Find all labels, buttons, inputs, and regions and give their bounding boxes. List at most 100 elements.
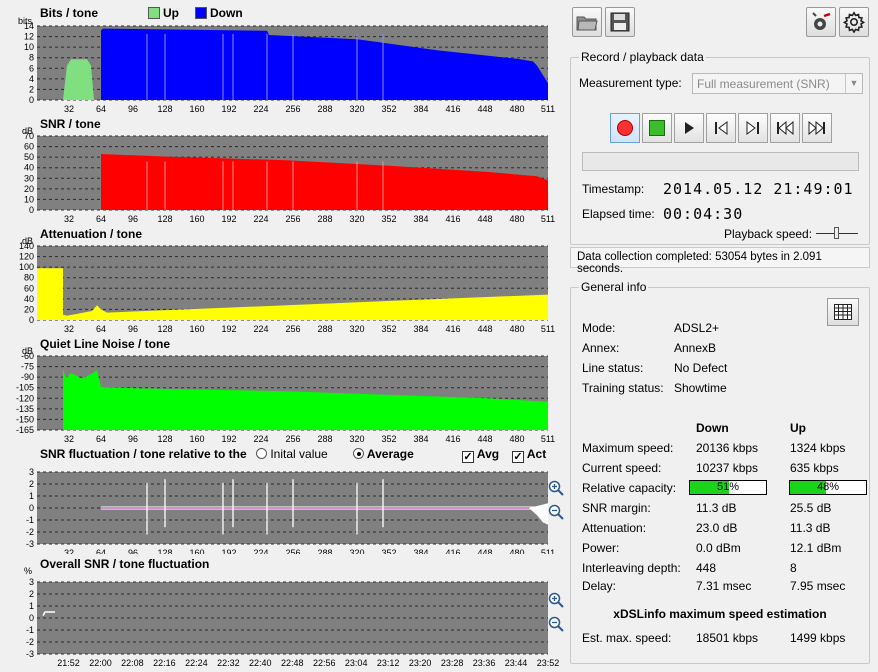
timestamp-value: 2014.05.12 21:49:01 (663, 180, 854, 198)
y-tick-label: -3 (26, 539, 34, 549)
mode-value: ADSL2+ (674, 321, 720, 335)
save-button[interactable] (605, 7, 635, 37)
step-forward-button[interactable] (738, 113, 768, 143)
x-tick-label: 22:40 (249, 658, 272, 668)
zoom-out-icon[interactable] (548, 504, 564, 523)
mode-label: Mode: (582, 321, 616, 335)
x-tick-label: 22:32 (217, 658, 240, 668)
y-tick-label: 2 (29, 589, 34, 599)
gear-icon (843, 11, 865, 33)
x-tick-label: 256 (285, 214, 300, 224)
y-tick-label: 40 (24, 294, 34, 304)
x-tick-label: 224 (253, 434, 268, 444)
playback-speed-label: Playback speed: (724, 227, 813, 241)
y-tick-label: 60 (24, 283, 34, 293)
x-tick-label: 352 (381, 214, 396, 224)
zoom-out-icon[interactable] (548, 616, 564, 635)
chevron-down-icon[interactable]: ▼ (845, 74, 862, 93)
playback-progress-bar[interactable] (582, 152, 859, 171)
stat-up-value: 12.1 dBm (790, 541, 842, 555)
x-tick-label: 480 (509, 104, 524, 114)
record-playback-group-label: Record / playback data (579, 50, 706, 64)
x-tick-label: 288 (317, 434, 332, 444)
open-folder-button[interactable] (572, 7, 602, 37)
column-down-header: Down (696, 421, 729, 435)
stat-up-value: 7.95 msec (790, 579, 846, 593)
x-tick-label: 416 (445, 548, 460, 554)
y-tick-label: 4 (29, 74, 34, 84)
y-tick-label: 12 (24, 32, 34, 42)
settings-button[interactable] (839, 7, 869, 37)
details-table-button[interactable] (827, 298, 859, 326)
y-tick-label: -60 (21, 351, 34, 361)
x-tick-label: 224 (253, 104, 268, 114)
measurement-type-select[interactable]: Full measurement (SNR) ▼ (692, 73, 863, 94)
zoom-in-icon[interactable] (548, 592, 564, 611)
x-tick-label: 96 (128, 214, 138, 224)
x-tick-label: 384 (413, 324, 428, 334)
x-tick-label: 128 (157, 324, 172, 334)
skip-to-start-icon (777, 121, 794, 135)
y-tick-label: 10 (24, 42, 34, 52)
down-swatch (195, 7, 207, 19)
x-tick-label: 96 (128, 104, 138, 114)
y-tick-label: 3 (29, 577, 34, 587)
step-back-icon (715, 121, 728, 135)
x-tick-label: 256 (285, 324, 300, 334)
stat-up-value: 1324 kbps (790, 441, 846, 455)
playback-speed-slider[interactable] (816, 226, 858, 240)
x-tick-label: 256 (285, 104, 300, 114)
x-tick-label: 160 (189, 548, 204, 554)
y-tick-label: 40 (24, 163, 34, 173)
record-button[interactable] (610, 113, 640, 143)
x-tick-label: 288 (317, 324, 332, 334)
x-tick-label: 448 (477, 548, 492, 554)
y-tick-label: 1 (29, 491, 34, 501)
legend-down-label: Down (210, 6, 243, 20)
y-tick-label: 70 (24, 131, 34, 141)
stat-down-value: 7.31 msec (696, 579, 752, 593)
elapsed-time-label: Elapsed time: (582, 207, 655, 221)
y-tick-label: 10 (24, 194, 34, 204)
x-tick-label: 23:04 (345, 658, 368, 668)
floppy-disk-icon (610, 12, 630, 32)
bits-up-area (63, 59, 94, 100)
x-tick-label: 511 (541, 548, 555, 554)
x-tick-label: 448 (477, 214, 492, 224)
annex-label: Annex: (582, 341, 620, 355)
column-up-header: Up (790, 421, 806, 435)
x-tick-label: 64 (96, 104, 106, 114)
radio-average-circle[interactable] (353, 448, 364, 459)
stat-label: Power: (582, 541, 620, 555)
x-tick-label: 511 (541, 104, 555, 114)
x-tick-label: 22:00 (89, 658, 112, 668)
radio-initial-value[interactable]: Inital value (256, 447, 328, 461)
x-tick-label: 128 (157, 434, 172, 444)
x-tick-label: 480 (509, 434, 524, 444)
y-tick-label: 2 (29, 84, 34, 94)
relative-capacity-down-bar: 51% (689, 480, 767, 495)
stat-label: Maximum speed: (582, 441, 674, 455)
stop-button[interactable] (642, 113, 672, 143)
radio-initial-circle[interactable] (256, 448, 267, 459)
zoom-in-icon[interactable] (548, 480, 564, 499)
estimation-title: xDSLinfo maximum speed estimation (613, 607, 827, 621)
tools-button[interactable] (806, 7, 836, 37)
x-tick-label: 64 (96, 214, 106, 224)
stat-down-value: 0.0 dBm (696, 541, 741, 555)
x-tick-label: 23:36 (473, 658, 496, 668)
rewind-start-button[interactable] (770, 113, 800, 143)
forward-end-button[interactable] (802, 113, 832, 143)
step-back-button[interactable] (706, 113, 736, 143)
slider-thumb[interactable] (834, 227, 839, 239)
y-tick-label: 2 (29, 479, 34, 489)
play-button[interactable] (674, 113, 704, 143)
x-tick-label: 160 (189, 214, 204, 224)
y-tick-label: -120 (16, 393, 34, 403)
x-tick-label: 192 (221, 434, 236, 444)
x-tick-label: 384 (413, 214, 428, 224)
x-tick-label: 22:08 (121, 658, 144, 668)
x-tick-label: 288 (317, 214, 332, 224)
radio-average[interactable]: Average (353, 447, 414, 461)
x-tick-label: 96 (128, 434, 138, 444)
